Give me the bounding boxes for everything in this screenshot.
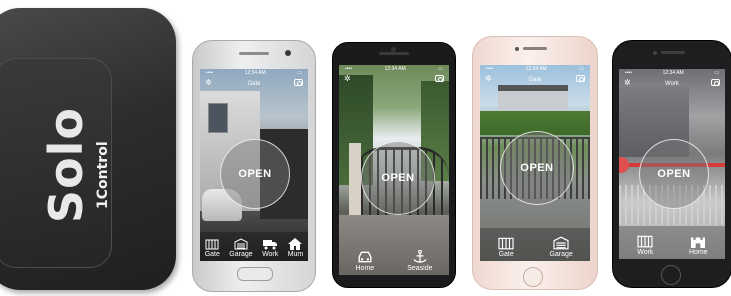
- open-button[interactable]: OPEN: [361, 141, 435, 215]
- barrier-light: [619, 157, 629, 173]
- tab-label: Seaside: [407, 265, 433, 272]
- camera-icon[interactable]: [711, 79, 720, 86]
- car-icon: [356, 250, 374, 264]
- gear-icon[interactable]: ✲: [344, 75, 352, 83]
- tab-label: Gate: [498, 251, 514, 258]
- truck-icon: [263, 238, 278, 250]
- speaker-grille: [239, 52, 269, 55]
- tab-gate[interactable]: Gate: [205, 238, 220, 258]
- status-time: 12:34 AM: [662, 70, 684, 76]
- open-button[interactable]: OPEN: [639, 139, 709, 209]
- status-carrier: ••••: [206, 70, 214, 76]
- phone-black-iphone: •••• 12:34 AM ▭ Work ✲ OPEN Work Home: [612, 40, 731, 288]
- front-camera: [653, 51, 657, 55]
- tab-label: Garage: [229, 251, 253, 258]
- gear-icon[interactable]: ✲: [485, 75, 493, 83]
- front-camera: [391, 47, 396, 52]
- tab-seaside[interactable]: Seaside: [407, 250, 432, 272]
- camera-icon[interactable]: [294, 79, 303, 86]
- gear-icon[interactable]: ✲: [205, 79, 213, 87]
- tab-work[interactable]: Work: [262, 238, 278, 258]
- tab-work[interactable]: Work: [636, 234, 654, 256]
- gate-icon: [205, 238, 219, 250]
- open-button[interactable]: OPEN: [220, 139, 290, 209]
- phone-black-android: •••• 12:34 AM ▭ ✲ OPEN Home Seaside: [332, 42, 456, 288]
- status-time: 12:34 AM: [384, 66, 406, 72]
- camera-icon[interactable]: [435, 75, 444, 82]
- screen-title: Gate: [528, 77, 542, 83]
- battery-icon: ▭: [714, 70, 719, 76]
- tab-bar: Home Seaside: [339, 236, 449, 275]
- gate-icon: [497, 236, 515, 250]
- phone-screen: •••• 12:34 AM ▭ Gate ✲ OPEN Gate Garage: [480, 65, 590, 261]
- tab-bar: Gate Garage Work Mum: [200, 232, 308, 261]
- solo-device: Solo 1Control: [0, 8, 176, 290]
- gate-icon: [636, 234, 654, 248]
- tab-label: Garage: [549, 251, 573, 258]
- phone-rose-iphone: •••• 12:34 AM ▭ Gate ✲ OPEN Gate Garage: [472, 36, 598, 290]
- tab-home[interactable]: Home: [689, 234, 708, 256]
- home-button[interactable]: [237, 267, 273, 281]
- home-button[interactable]: [661, 265, 681, 285]
- home-icon: [288, 238, 303, 250]
- phone-screen: •••• 12:34 AM ▭ ✲ OPEN Home Seaside: [339, 65, 449, 275]
- status-time: 12:34 AM: [244, 70, 266, 76]
- tab-label: Home: [355, 265, 375, 272]
- tab-label: Gate: [204, 251, 220, 258]
- front-camera: [515, 47, 519, 51]
- tab-label: Work: [637, 249, 654, 256]
- solo-logo-text: Solo: [39, 106, 93, 224]
- home-button[interactable]: [523, 267, 543, 287]
- speaker-grille: [661, 51, 685, 54]
- screen-title: [339, 73, 449, 87]
- gear-icon[interactable]: ✲: [624, 79, 632, 87]
- solo-logo: Solo 1Control: [26, 78, 116, 248]
- control-logo-text: 1Control: [95, 141, 111, 209]
- tab-bar: Gate Garage: [480, 228, 590, 261]
- garage-icon: [552, 236, 570, 250]
- gate-pillar: [349, 143, 361, 225]
- anchor-icon: [411, 250, 429, 264]
- status-carrier: ••••: [345, 66, 353, 72]
- house-window: [208, 103, 228, 133]
- tab-bar: Work Home: [619, 226, 725, 259]
- battery-icon: ▭: [438, 66, 443, 72]
- speaker-grille: [523, 47, 547, 50]
- camera-icon[interactable]: [576, 75, 585, 82]
- tab-label: Mum: [287, 251, 304, 258]
- screen-title: Work: [665, 81, 679, 87]
- tab-mum[interactable]: Mum: [287, 238, 304, 258]
- phone-screen: •••• 12:34 AM ▭ Gate ✲ OPEN Gate Garage Wo…: [200, 69, 308, 261]
- phone-silver: •••• 12:34 AM ▭ Gate ✲ OPEN Gate Garage Wo…: [192, 40, 316, 292]
- open-button[interactable]: OPEN: [500, 131, 574, 205]
- screen-title: Gate: [247, 81, 261, 87]
- battery-icon: ▭: [579, 66, 584, 72]
- tab-garage[interactable]: Garage: [549, 236, 573, 258]
- phone-screen: •••• 12:34 AM ▭ Work ✲ OPEN Work Home: [619, 69, 725, 259]
- tab-label: Home: [688, 249, 708, 256]
- tab-garage[interactable]: Garage: [229, 238, 253, 258]
- status-time: 12:34 AM: [525, 66, 547, 72]
- front-camera: [285, 50, 291, 56]
- status-carrier: ••••: [486, 66, 494, 72]
- status-carrier: ••••: [625, 70, 633, 76]
- tab-label: Work: [262, 251, 279, 258]
- tab-home[interactable]: Home: [355, 250, 375, 272]
- speaker-grille: [379, 52, 409, 55]
- castle-icon: [689, 234, 707, 248]
- battery-icon: ▭: [297, 70, 302, 76]
- tab-gate[interactable]: Gate: [497, 236, 515, 258]
- garage-icon: [234, 238, 248, 250]
